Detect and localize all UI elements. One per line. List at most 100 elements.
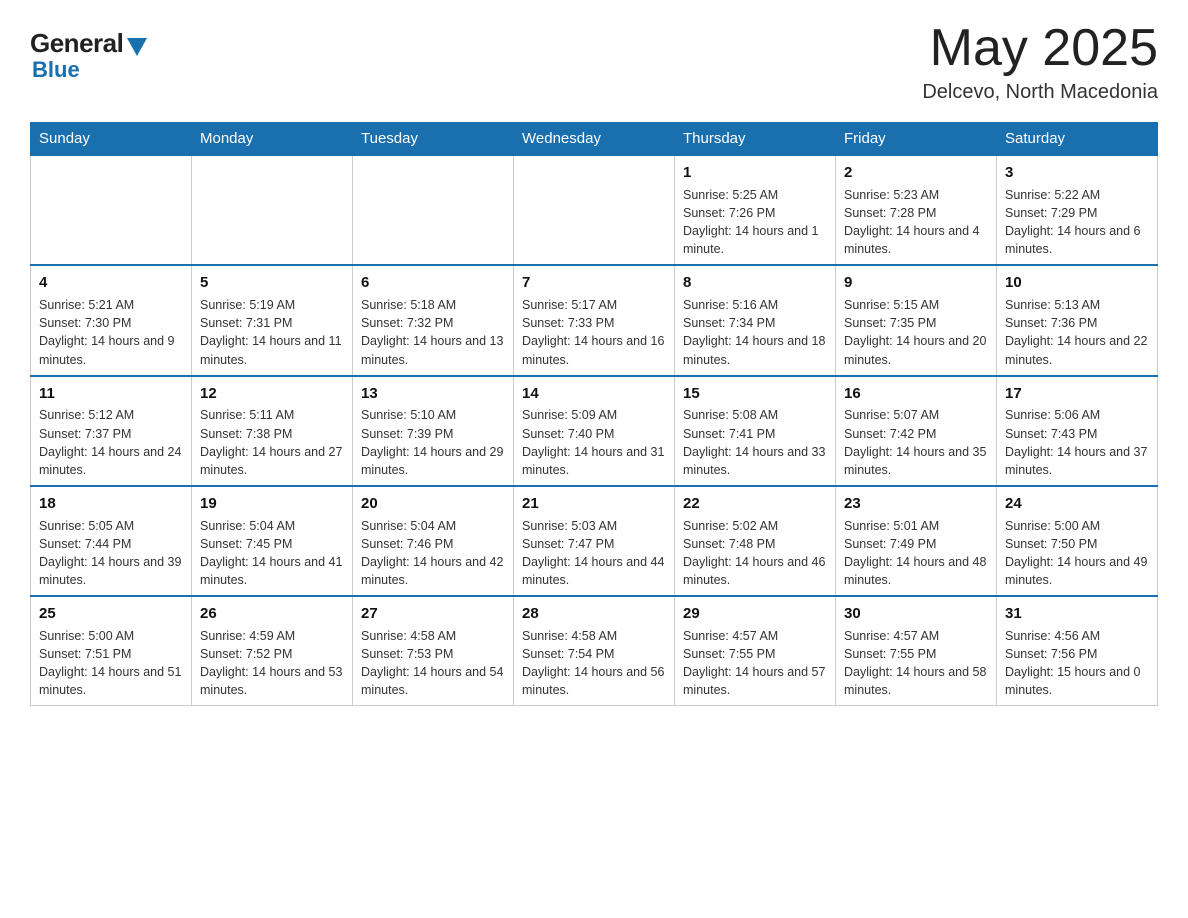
day-number: 24 — [1005, 493, 1149, 515]
calendar-cell: 22Sunrise: 5:02 AMSunset: 7:48 PMDayligh… — [675, 486, 836, 596]
calendar-cell: 27Sunrise: 4:58 AMSunset: 7:53 PMDayligh… — [353, 596, 514, 706]
calendar-cell: 30Sunrise: 4:57 AMSunset: 7:55 PMDayligh… — [836, 596, 997, 706]
day-info: Sunrise: 5:06 AMSunset: 7:43 PMDaylight:… — [1005, 406, 1149, 479]
day-info: Sunrise: 4:58 AMSunset: 7:54 PMDaylight:… — [522, 627, 666, 700]
day-number: 7 — [522, 272, 666, 294]
calendar-cell: 19Sunrise: 5:04 AMSunset: 7:45 PMDayligh… — [192, 486, 353, 596]
day-info: Sunrise: 5:01 AMSunset: 7:49 PMDaylight:… — [844, 517, 988, 590]
calendar-cell: 16Sunrise: 5:07 AMSunset: 7:42 PMDayligh… — [836, 376, 997, 486]
day-number: 19 — [200, 493, 344, 515]
calendar-cell — [353, 155, 514, 265]
day-number: 1 — [683, 162, 827, 184]
day-info: Sunrise: 5:04 AMSunset: 7:46 PMDaylight:… — [361, 517, 505, 590]
calendar-cell: 10Sunrise: 5:13 AMSunset: 7:36 PMDayligh… — [997, 265, 1158, 375]
calendar-week-row: 1Sunrise: 5:25 AMSunset: 7:26 PMDaylight… — [31, 155, 1158, 265]
day-number: 26 — [200, 603, 344, 625]
day-info: Sunrise: 4:57 AMSunset: 7:55 PMDaylight:… — [844, 627, 988, 700]
title-block: May 2025 Delcevo, North Macedonia — [922, 20, 1158, 104]
day-number: 12 — [200, 383, 344, 405]
calendar-table: SundayMondayTuesdayWednesdayThursdayFrid… — [30, 122, 1158, 706]
calendar-cell: 13Sunrise: 5:10 AMSunset: 7:39 PMDayligh… — [353, 376, 514, 486]
calendar-week-row: 11Sunrise: 5:12 AMSunset: 7:37 PMDayligh… — [31, 376, 1158, 486]
day-info: Sunrise: 4:58 AMSunset: 7:53 PMDaylight:… — [361, 627, 505, 700]
day-number: 10 — [1005, 272, 1149, 294]
day-number: 3 — [1005, 162, 1149, 184]
calendar-day-header: Saturday — [997, 123, 1158, 156]
calendar-day-header: Sunday — [31, 123, 192, 156]
calendar-cell: 18Sunrise: 5:05 AMSunset: 7:44 PMDayligh… — [31, 486, 192, 596]
calendar-cell: 9Sunrise: 5:15 AMSunset: 7:35 PMDaylight… — [836, 265, 997, 375]
calendar-cell: 31Sunrise: 4:56 AMSunset: 7:56 PMDayligh… — [997, 596, 1158, 706]
day-number: 25 — [39, 603, 183, 625]
logo-triangle-icon — [127, 38, 147, 56]
day-info: Sunrise: 5:13 AMSunset: 7:36 PMDaylight:… — [1005, 296, 1149, 369]
day-number: 20 — [361, 493, 505, 515]
calendar-cell: 21Sunrise: 5:03 AMSunset: 7:47 PMDayligh… — [514, 486, 675, 596]
day-info: Sunrise: 5:12 AMSunset: 7:37 PMDaylight:… — [39, 406, 183, 479]
day-number: 22 — [683, 493, 827, 515]
calendar-cell: 28Sunrise: 4:58 AMSunset: 7:54 PMDayligh… — [514, 596, 675, 706]
calendar-day-header: Thursday — [675, 123, 836, 156]
page-header: General Blue May 2025 Delcevo, North Mac… — [30, 20, 1158, 104]
calendar-cell: 24Sunrise: 5:00 AMSunset: 7:50 PMDayligh… — [997, 486, 1158, 596]
calendar-week-row: 18Sunrise: 5:05 AMSunset: 7:44 PMDayligh… — [31, 486, 1158, 596]
day-number: 29 — [683, 603, 827, 625]
day-number: 11 — [39, 383, 183, 405]
day-number: 15 — [683, 383, 827, 405]
calendar-cell: 8Sunrise: 5:16 AMSunset: 7:34 PMDaylight… — [675, 265, 836, 375]
calendar-week-row: 4Sunrise: 5:21 AMSunset: 7:30 PMDaylight… — [31, 265, 1158, 375]
day-number: 23 — [844, 493, 988, 515]
day-info: Sunrise: 5:04 AMSunset: 7:45 PMDaylight:… — [200, 517, 344, 590]
day-number: 16 — [844, 383, 988, 405]
logo-blue-text: Blue — [32, 57, 80, 83]
day-info: Sunrise: 5:10 AMSunset: 7:39 PMDaylight:… — [361, 406, 505, 479]
day-info: Sunrise: 5:00 AMSunset: 7:51 PMDaylight:… — [39, 627, 183, 700]
day-number: 2 — [844, 162, 988, 184]
day-number: 6 — [361, 272, 505, 294]
day-info: Sunrise: 5:03 AMSunset: 7:47 PMDaylight:… — [522, 517, 666, 590]
day-info: Sunrise: 5:21 AMSunset: 7:30 PMDaylight:… — [39, 296, 183, 369]
day-info: Sunrise: 5:09 AMSunset: 7:40 PMDaylight:… — [522, 406, 666, 479]
calendar-cell: 23Sunrise: 5:01 AMSunset: 7:49 PMDayligh… — [836, 486, 997, 596]
location-text: Delcevo, North Macedonia — [922, 81, 1158, 104]
day-number: 17 — [1005, 383, 1149, 405]
calendar-day-header: Friday — [836, 123, 997, 156]
day-info: Sunrise: 5:00 AMSunset: 7:50 PMDaylight:… — [1005, 517, 1149, 590]
calendar-day-header: Monday — [192, 123, 353, 156]
day-number: 14 — [522, 383, 666, 405]
calendar-day-header: Wednesday — [514, 123, 675, 156]
calendar-cell: 2Sunrise: 5:23 AMSunset: 7:28 PMDaylight… — [836, 155, 997, 265]
day-number: 27 — [361, 603, 505, 625]
day-number: 13 — [361, 383, 505, 405]
calendar-cell: 14Sunrise: 5:09 AMSunset: 7:40 PMDayligh… — [514, 376, 675, 486]
calendar-cell: 11Sunrise: 5:12 AMSunset: 7:37 PMDayligh… — [31, 376, 192, 486]
day-info: Sunrise: 5:02 AMSunset: 7:48 PMDaylight:… — [683, 517, 827, 590]
day-info: Sunrise: 5:16 AMSunset: 7:34 PMDaylight:… — [683, 296, 827, 369]
calendar-cell: 7Sunrise: 5:17 AMSunset: 7:33 PMDaylight… — [514, 265, 675, 375]
day-info: Sunrise: 4:56 AMSunset: 7:56 PMDaylight:… — [1005, 627, 1149, 700]
calendar-cell — [31, 155, 192, 265]
calendar-header-row: SundayMondayTuesdayWednesdayThursdayFrid… — [31, 123, 1158, 156]
day-info: Sunrise: 5:11 AMSunset: 7:38 PMDaylight:… — [200, 406, 344, 479]
calendar-cell: 6Sunrise: 5:18 AMSunset: 7:32 PMDaylight… — [353, 265, 514, 375]
day-number: 5 — [200, 272, 344, 294]
calendar-cell — [192, 155, 353, 265]
calendar-cell: 15Sunrise: 5:08 AMSunset: 7:41 PMDayligh… — [675, 376, 836, 486]
logo: General Blue — [30, 28, 147, 83]
day-info: Sunrise: 5:07 AMSunset: 7:42 PMDaylight:… — [844, 406, 988, 479]
calendar-cell: 17Sunrise: 5:06 AMSunset: 7:43 PMDayligh… — [997, 376, 1158, 486]
day-info: Sunrise: 5:17 AMSunset: 7:33 PMDaylight:… — [522, 296, 666, 369]
day-info: Sunrise: 5:15 AMSunset: 7:35 PMDaylight:… — [844, 296, 988, 369]
day-info: Sunrise: 5:08 AMSunset: 7:41 PMDaylight:… — [683, 406, 827, 479]
day-info: Sunrise: 5:22 AMSunset: 7:29 PMDaylight:… — [1005, 186, 1149, 259]
day-info: Sunrise: 5:25 AMSunset: 7:26 PMDaylight:… — [683, 186, 827, 259]
day-info: Sunrise: 5:23 AMSunset: 7:28 PMDaylight:… — [844, 186, 988, 259]
calendar-cell: 12Sunrise: 5:11 AMSunset: 7:38 PMDayligh… — [192, 376, 353, 486]
day-number: 21 — [522, 493, 666, 515]
day-info: Sunrise: 5:18 AMSunset: 7:32 PMDaylight:… — [361, 296, 505, 369]
calendar-cell: 3Sunrise: 5:22 AMSunset: 7:29 PMDaylight… — [997, 155, 1158, 265]
day-info: Sunrise: 5:19 AMSunset: 7:31 PMDaylight:… — [200, 296, 344, 369]
day-info: Sunrise: 5:05 AMSunset: 7:44 PMDaylight:… — [39, 517, 183, 590]
calendar-cell: 26Sunrise: 4:59 AMSunset: 7:52 PMDayligh… — [192, 596, 353, 706]
logo-general-text: General — [30, 28, 123, 59]
